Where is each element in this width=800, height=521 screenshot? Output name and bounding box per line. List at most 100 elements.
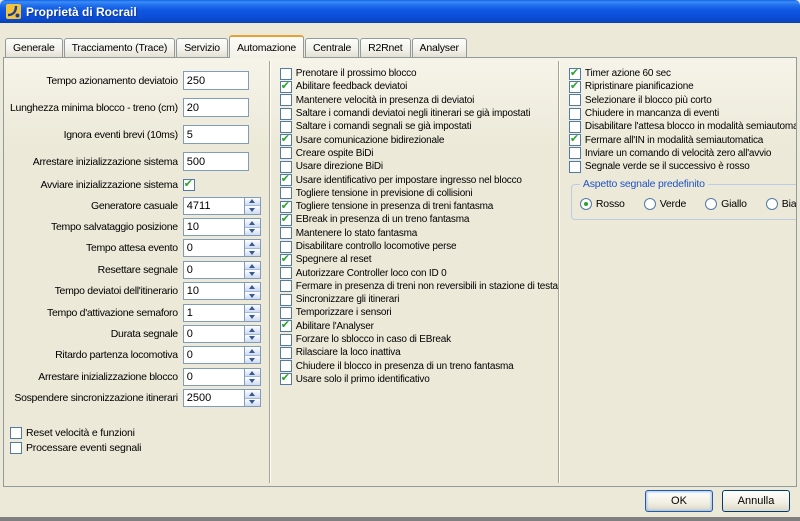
tab[interactable]: Centrale: [305, 38, 359, 57]
checkbox[interactable]: [280, 214, 292, 226]
checkbox[interactable]: [280, 121, 292, 133]
checkbox[interactable]: [280, 360, 292, 372]
spinner-down-arrow[interactable]: [245, 335, 260, 343]
checkbox-label[interactable]: Autorizzare Controller loco con ID 0: [296, 268, 447, 279]
checkbox-label[interactable]: Creare ospite BiDi: [296, 148, 374, 159]
checkbox[interactable]: [569, 108, 581, 120]
radio-button[interactable]: [766, 198, 778, 210]
checkbox-label[interactable]: Abilitare l'Analyser: [296, 321, 374, 332]
radio-label[interactable]: Bianco: [782, 198, 797, 210]
field-input[interactable]: [183, 152, 249, 171]
checkbox[interactable]: [280, 161, 292, 173]
title-bar[interactable]: Proprietà di Rocrail: [0, 0, 800, 23]
checkbox-label[interactable]: Usare direzione BiDi: [296, 161, 383, 172]
checkbox-label[interactable]: Processare eventi segnali: [26, 442, 141, 454]
checkbox[interactable]: [280, 227, 292, 239]
tab[interactable]: R2Rnet: [360, 38, 410, 57]
checkbox[interactable]: [280, 241, 292, 253]
checkbox-label[interactable]: EBreak in presenza di un treno fantasma: [296, 214, 469, 225]
checkbox-label[interactable]: Saltare i comandi segnali se già imposta…: [296, 121, 472, 132]
checkbox-label[interactable]: Disabilitare l'attesa blocco in modalità…: [585, 121, 797, 132]
field-input[interactable]: [183, 125, 249, 144]
checkbox[interactable]: [280, 187, 292, 199]
tab[interactable]: Generale: [5, 38, 63, 57]
checkbox[interactable]: [280, 280, 292, 292]
checkbox-label[interactable]: Disabilitare controllo locomotive perse: [296, 241, 457, 252]
tab[interactable]: Analyser: [412, 38, 467, 57]
checkbox[interactable]: [280, 108, 292, 120]
spinner-down-arrow[interactable]: [245, 270, 260, 278]
field-input[interactable]: [183, 282, 245, 300]
checkbox[interactable]: [280, 134, 292, 146]
checkbox-label[interactable]: Abilitare feedback deviatoi: [296, 81, 407, 92]
spinner-down-arrow[interactable]: [245, 249, 260, 257]
checkbox[interactable]: [569, 94, 581, 106]
checkbox[interactable]: [280, 174, 292, 186]
cancel-button[interactable]: Annulla: [722, 490, 790, 512]
ok-button[interactable]: OK: [645, 490, 713, 512]
checkbox[interactable]: [280, 347, 292, 359]
spinner-up-arrow[interactable]: [245, 283, 260, 292]
tab[interactable]: Automazione: [229, 35, 304, 58]
checkbox-label[interactable]: Usare comunicazione bidirezionale: [296, 135, 444, 146]
checkbox-label[interactable]: Inviare un comando di velocità zero all'…: [585, 148, 771, 159]
radio-label[interactable]: Verde: [660, 198, 686, 210]
checkbox-label[interactable]: Temporizzare i sensori: [296, 307, 392, 318]
spinner-down-arrow[interactable]: [245, 399, 260, 407]
checkbox-label[interactable]: Rilasciare la loco inattiva: [296, 347, 401, 358]
checkbox[interactable]: [280, 267, 292, 279]
checkbox[interactable]: [10, 442, 22, 454]
radio-label[interactable]: Giallo: [721, 198, 747, 210]
checkbox-label[interactable]: Chiudere in mancanza di eventi: [585, 108, 719, 119]
checkbox[interactable]: [569, 68, 581, 80]
spinner-down-arrow[interactable]: [245, 356, 260, 364]
checkbox[interactable]: [10, 427, 22, 439]
spinner-up-arrow[interactable]: [245, 198, 260, 207]
checkbox-label[interactable]: Prenotare il prossimo blocco: [296, 68, 417, 79]
checkbox[interactable]: [569, 81, 581, 93]
spinner-down-arrow[interactable]: [245, 377, 260, 385]
field-input[interactable]: [183, 325, 245, 343]
field-input[interactable]: [183, 389, 245, 407]
checkbox[interactable]: [280, 94, 292, 106]
tab[interactable]: Tracciamento (Trace): [64, 38, 176, 57]
field-input[interactable]: [183, 261, 245, 279]
checkbox[interactable]: [569, 134, 581, 146]
field-input[interactable]: [183, 239, 245, 257]
checkbox[interactable]: [280, 81, 292, 93]
checkbox-label[interactable]: Togliere tensione in presenza di treni f…: [296, 201, 493, 212]
checkbox-label[interactable]: Mantenere lo stato fantasma: [296, 228, 417, 239]
checkbox[interactable]: [280, 294, 292, 306]
checkbox[interactable]: [183, 179, 195, 191]
field-input[interactable]: [183, 304, 245, 322]
spinner-down-arrow[interactable]: [245, 206, 260, 214]
checkbox-label[interactable]: Timer azione 60 sec: [585, 68, 671, 79]
spinner-up-arrow[interactable]: [245, 369, 260, 378]
spinner-up-arrow[interactable]: [245, 326, 260, 335]
checkbox-label[interactable]: Usare identificativo per impostare ingre…: [296, 175, 522, 186]
checkbox[interactable]: [280, 334, 292, 346]
radio-button[interactable]: [705, 198, 717, 210]
checkbox[interactable]: [569, 121, 581, 133]
checkbox[interactable]: [280, 307, 292, 319]
spinner-up-arrow[interactable]: [245, 347, 260, 356]
spinner-up-arrow[interactable]: [245, 390, 260, 399]
field-input[interactable]: [183, 71, 249, 90]
checkbox-label[interactable]: Ripristinare pianificazione: [585, 81, 694, 92]
spinner-up-arrow[interactable]: [245, 262, 260, 271]
checkbox-label[interactable]: Mantenere velocità in presenza di deviat…: [296, 95, 474, 106]
spinner-down-arrow[interactable]: [245, 313, 260, 321]
checkbox-label[interactable]: Forzare lo sblocco in caso di EBreak: [296, 334, 451, 345]
field-input[interactable]: [183, 368, 245, 386]
checkbox-label[interactable]: Selezionare il blocco più corto: [585, 95, 712, 106]
checkbox-label[interactable]: Saltare i comandi deviatoi negli itinera…: [296, 108, 530, 119]
radio-label[interactable]: Rosso: [596, 198, 625, 210]
checkbox-label[interactable]: Segnale verde se il successivo è rosso: [585, 161, 750, 172]
checkbox-label[interactable]: Fermare in presenza di treni non reversi…: [296, 281, 558, 292]
checkbox[interactable]: [280, 373, 292, 385]
checkbox[interactable]: [280, 147, 292, 159]
checkbox[interactable]: [280, 201, 292, 213]
checkbox-label[interactable]: Usare solo il primo identificativo: [296, 374, 430, 385]
checkbox-label[interactable]: Fermare all'IN in modalità semiautomatic…: [585, 135, 763, 146]
field-input[interactable]: [183, 98, 249, 117]
